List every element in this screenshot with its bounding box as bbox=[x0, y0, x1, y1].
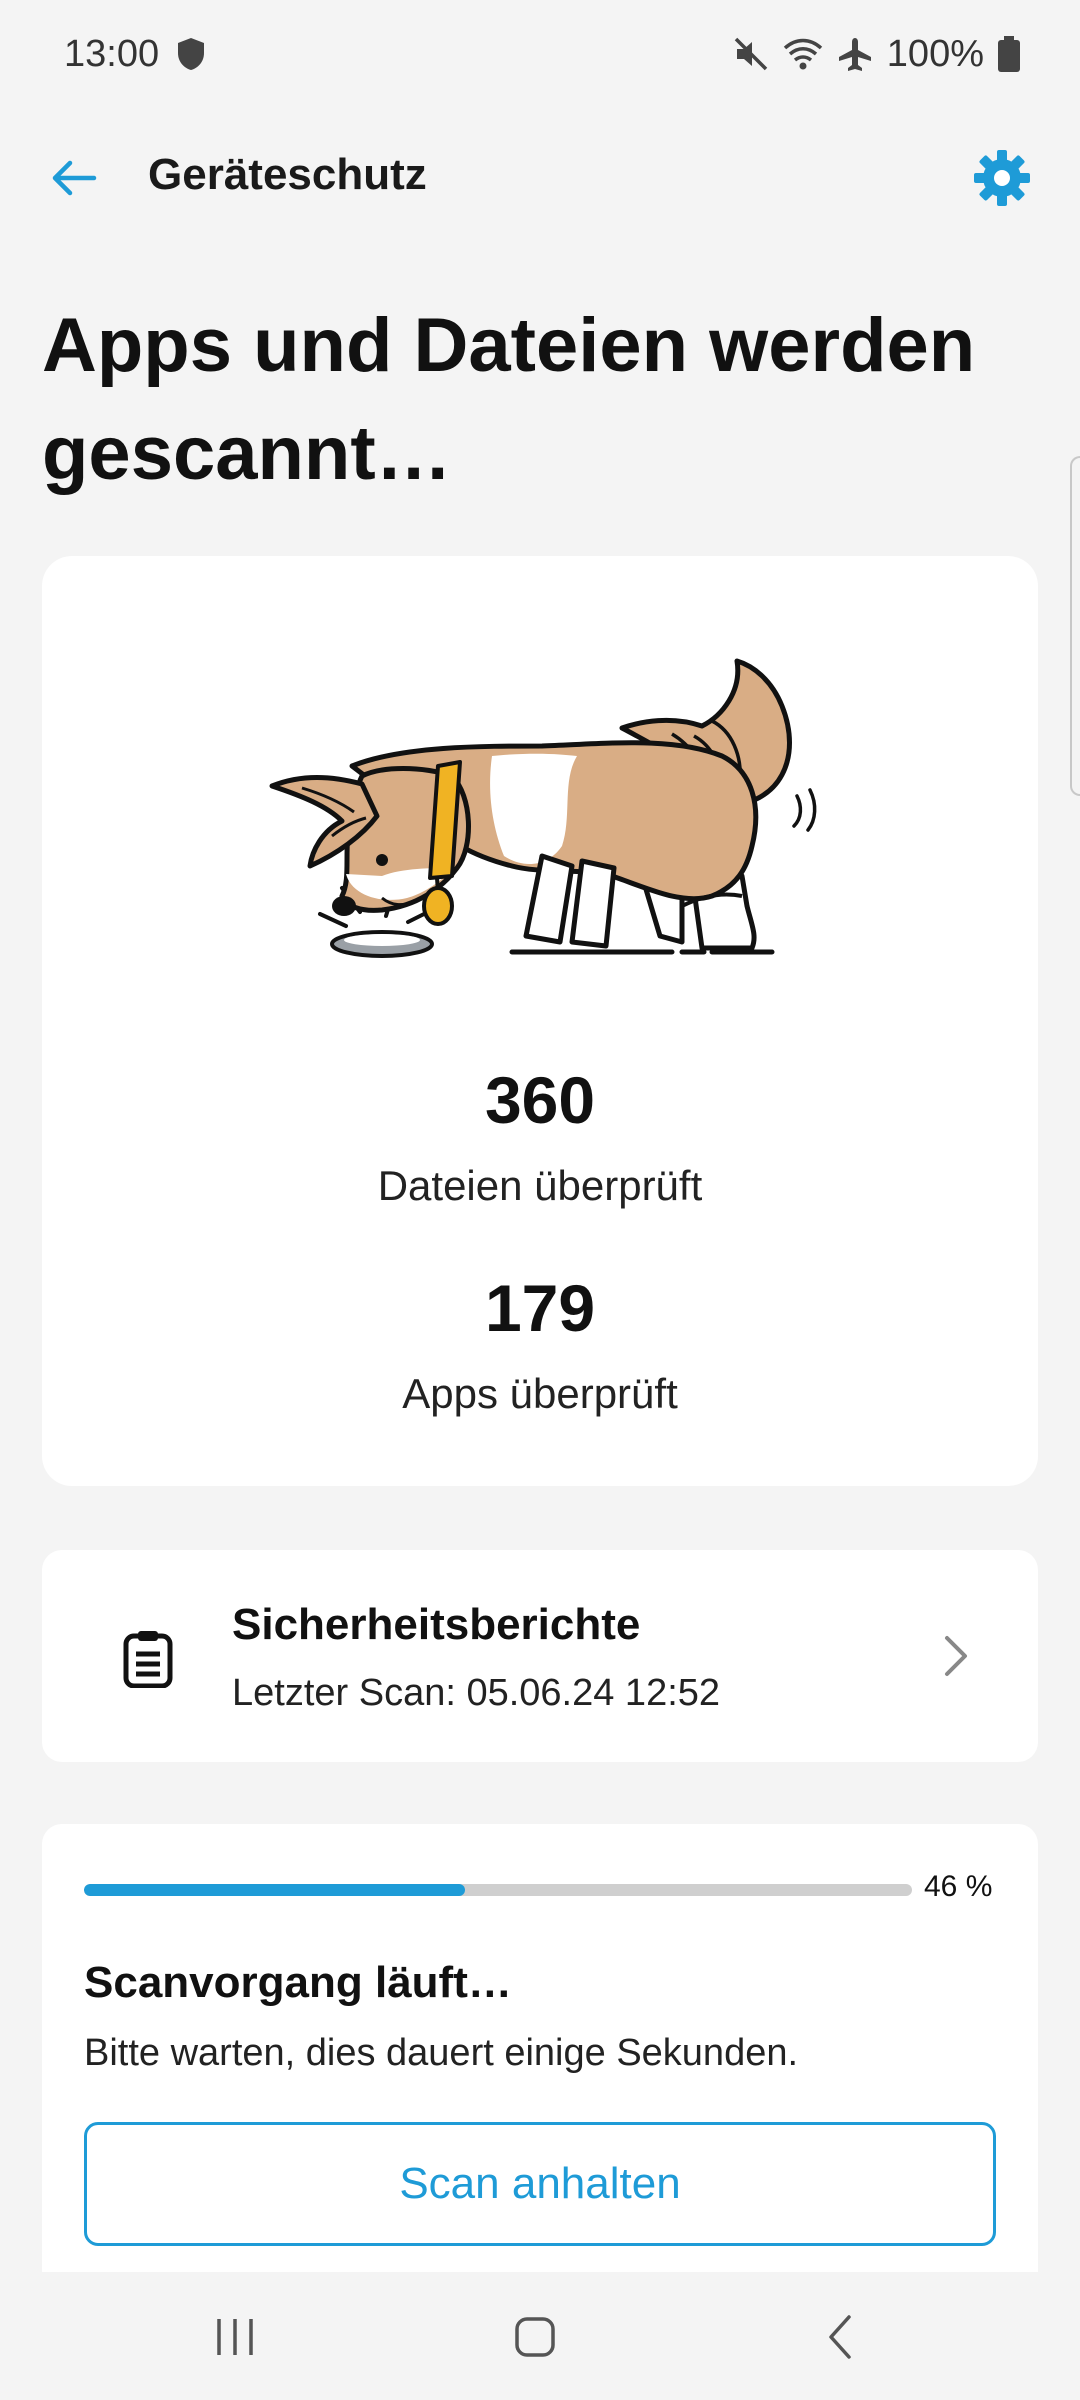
clipboard-icon bbox=[123, 1631, 173, 1688]
gear-icon bbox=[974, 150, 1030, 206]
apps-label: Apps überprüft bbox=[402, 1370, 678, 1417]
report-last-scan: Letzter Scan: 05.06.24 12:52 bbox=[232, 1672, 721, 1714]
scan-status-title: Scanvorgang läuft… bbox=[84, 1958, 512, 2007]
mute-icon bbox=[734, 37, 768, 71]
status-bar: 13:00 100% bbox=[0, 0, 1080, 108]
scan-progress-percent: 46 % bbox=[924, 1870, 993, 1903]
scan-status-subtitle: Bitte warten, dies dauert einige Sekunde… bbox=[84, 2032, 799, 2074]
system-nav-bar bbox=[0, 2272, 1080, 2400]
battery-icon bbox=[998, 36, 1020, 72]
status-time: 13:00 bbox=[64, 32, 160, 75]
airplane-icon bbox=[838, 38, 871, 71]
scan-stats-card: 360 Dateien überprüft 179 Apps überprüft bbox=[42, 556, 1038, 1486]
dog-illustration bbox=[269, 658, 817, 958]
scan-progress-fill bbox=[84, 1884, 465, 1896]
edge-panel-handle[interactable] bbox=[1070, 456, 1080, 796]
apps-count: 179 bbox=[484, 1271, 596, 1345]
chevron-right-icon bbox=[926, 1626, 986, 1686]
battery-text: 100% bbox=[886, 32, 984, 75]
wifi-icon bbox=[783, 38, 822, 70]
report-title: Sicherheitsberichte bbox=[232, 1600, 641, 1649]
recent-apps-button[interactable] bbox=[190, 2302, 280, 2372]
chevron-left-icon bbox=[829, 2315, 851, 2359]
page-title: Geräteschutz bbox=[148, 150, 427, 199]
home-button[interactable] bbox=[490, 2302, 580, 2372]
recent-apps-icon bbox=[217, 2319, 253, 2355]
shield-icon bbox=[178, 38, 205, 70]
scan-progress-bar bbox=[84, 1884, 912, 1896]
app-bar: Geräteschutz bbox=[0, 120, 1080, 236]
nav-back-button[interactable] bbox=[795, 2302, 885, 2372]
files-label: Dateien überprüft bbox=[377, 1162, 703, 1209]
files-count: 360 bbox=[484, 1063, 596, 1137]
stop-scan-button[interactable]: Scan anhalten bbox=[84, 2122, 996, 2246]
scan-progress-card: 46 % Scanvorgang läuft… Bitte warten, di… bbox=[42, 1824, 1038, 2272]
scan-headline: Apps und Dateien werden gescannt… bbox=[42, 303, 976, 496]
security-reports-row[interactable]: Sicherheitsberichte Letzter Scan: 05.06.… bbox=[42, 1550, 1038, 1762]
back-button[interactable] bbox=[44, 148, 104, 208]
arrow-left-icon bbox=[52, 160, 97, 196]
home-icon bbox=[515, 2317, 555, 2357]
settings-button[interactable] bbox=[968, 144, 1036, 212]
